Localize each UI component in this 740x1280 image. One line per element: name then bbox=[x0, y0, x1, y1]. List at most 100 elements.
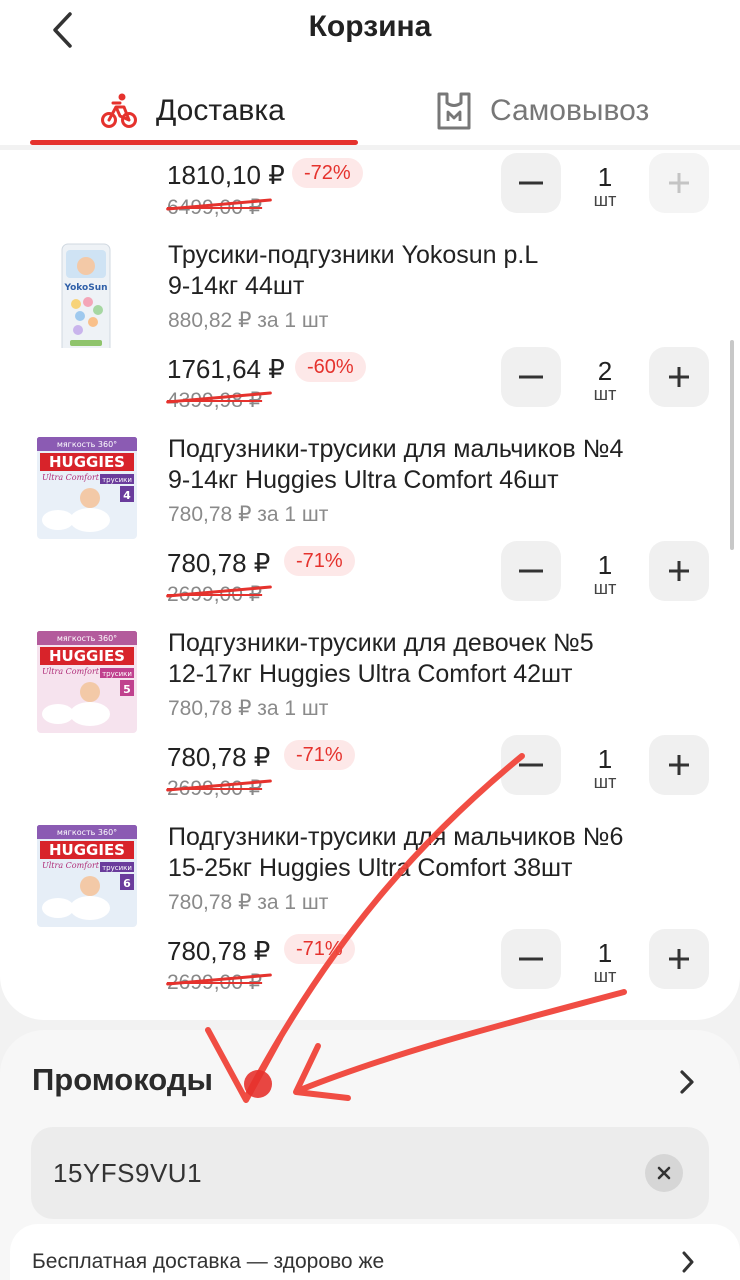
discount-badge: -71% bbox=[284, 546, 355, 576]
promo-open-button[interactable] bbox=[672, 1064, 702, 1100]
decrease-quantity-button[interactable] bbox=[501, 541, 561, 601]
plus-icon bbox=[669, 367, 689, 387]
minus-icon bbox=[519, 957, 543, 961]
cart-item: 1810,10 ₽ -72% 6499,00 ₽ 1 шт bbox=[0, 150, 740, 230]
decrease-quantity-button[interactable] bbox=[501, 153, 561, 213]
item-title-line: Трусики-подгузники Yokosun p.L bbox=[168, 241, 539, 269]
cart-items-list[interactable]: 1810,10 ₽ -72% 6499,00 ₽ 1 шт YokoSun Тр… bbox=[0, 150, 740, 1020]
increase-quantity-button[interactable] bbox=[649, 929, 709, 989]
tab-delivery[interactable]: Доставка bbox=[100, 78, 285, 144]
item-title[interactable]: Подгузники-трусики для мальчиков №6 15-2… bbox=[168, 822, 708, 884]
plus-icon bbox=[669, 949, 689, 969]
pack-size: 6 bbox=[123, 877, 131, 890]
cart-item: YokoSun Трусики-подгузники Yokosun p.L 9… bbox=[0, 238, 740, 428]
bike-delivery-icon bbox=[101, 93, 137, 128]
clear-promo-button[interactable] bbox=[645, 1154, 683, 1192]
tab-delivery-label: Доставка bbox=[156, 94, 285, 127]
free-delivery-text: Бесплатная доставка — здорово же bbox=[32, 1250, 385, 1273]
item-price: 780,78 ₽ bbox=[167, 936, 271, 966]
item-title[interactable]: Подгузники-трусики для девочек №5 12-17к… bbox=[168, 628, 708, 690]
scrollbar[interactable] bbox=[730, 340, 734, 550]
quantity-unit: шт bbox=[593, 384, 617, 404]
minus-icon bbox=[519, 181, 543, 185]
discount-badge: -60% bbox=[295, 352, 366, 382]
item-price: 1761,64 ₽ bbox=[167, 354, 285, 384]
decrease-quantity-button[interactable] bbox=[501, 929, 561, 989]
decrease-quantity-button[interactable] bbox=[501, 735, 561, 795]
huggies-logo-text: HUGGIES bbox=[49, 647, 125, 665]
item-title-line: Подгузники-трусики для девочек №5 bbox=[168, 629, 594, 657]
pack-size: 4 bbox=[123, 489, 131, 502]
product-image[interactable]: мягкость 360° HUGGIES Ultra Comfort трус… bbox=[36, 436, 138, 544]
cart-item: мягкость 360° HUGGIES Ultra Comfort трус… bbox=[0, 626, 740, 816]
increase-quantity-button[interactable] bbox=[649, 541, 709, 601]
promo-title[interactable]: Промокоды bbox=[32, 1062, 213, 1098]
pickup-bag-icon bbox=[437, 92, 471, 130]
increase-quantity-button[interactable] bbox=[649, 735, 709, 795]
cart-item: мягкость 360° HUGGIES Ultra Comfort трус… bbox=[0, 432, 740, 622]
quantity-unit: шт bbox=[593, 578, 617, 598]
item-title-line: 15-25кг Huggies Ultra Comfort 38шт bbox=[168, 854, 573, 882]
chevron-right-icon bbox=[680, 1070, 694, 1094]
yokosun-pack-image: YokoSun bbox=[61, 243, 111, 348]
pack-line-text: Ultra Comfort bbox=[42, 473, 100, 482]
quantity-unit: шт bbox=[593, 190, 617, 210]
yokosun-logo-text: YokoSun bbox=[63, 283, 107, 293]
free-delivery-open-button[interactable] bbox=[674, 1246, 702, 1278]
close-icon bbox=[657, 1166, 671, 1180]
quantity-value: 1 bbox=[597, 162, 613, 192]
product-image[interactable]: мягкость 360° HUGGIES Ultra Comfort трус… bbox=[36, 630, 138, 738]
item-unit-price: 780,78 ₽ за 1 шт bbox=[168, 503, 329, 526]
quantity-value: 1 bbox=[597, 938, 613, 968]
item-title-line: 9-14кг Huggies Ultra Comfort 46шт bbox=[168, 466, 559, 494]
item-unit-price: 880,82 ₽ за 1 шт bbox=[168, 309, 329, 332]
quantity-unit: шт bbox=[593, 966, 617, 986]
header-divider bbox=[0, 145, 740, 150]
huggies-logo-text: HUGGIES bbox=[49, 453, 125, 471]
item-title-line: 9-14кг 44шт bbox=[168, 272, 305, 300]
quantity-value: 1 bbox=[597, 744, 613, 774]
item-price: 780,78 ₽ bbox=[167, 548, 271, 578]
minus-icon bbox=[519, 569, 543, 573]
item-price: 1810,10 ₽ bbox=[167, 160, 285, 190]
product-image[interactable]: мягкость 360° HUGGIES Ultra Comfort трус… bbox=[36, 824, 138, 932]
increase-quantity-button[interactable] bbox=[649, 153, 709, 213]
item-unit-price: 780,78 ₽ за 1 шт bbox=[168, 697, 329, 720]
tab-pickup[interactable]: Самовывоз bbox=[436, 78, 649, 144]
pack-top-text: мягкость 360° bbox=[57, 634, 117, 643]
chevron-right-icon bbox=[682, 1251, 694, 1273]
quantity-value: 2 bbox=[597, 356, 613, 386]
decrease-quantity-button[interactable] bbox=[501, 347, 561, 407]
pack-type-text: трусики bbox=[102, 476, 132, 484]
plus-icon bbox=[669, 755, 689, 775]
tab-pickup-label: Самовывоз bbox=[490, 94, 650, 127]
minus-icon bbox=[519, 375, 543, 379]
product-image[interactable]: YokoSun bbox=[36, 240, 138, 348]
item-title[interactable]: Подгузники-трусики для мальчиков №4 9-14… bbox=[168, 434, 708, 496]
item-title[interactable]: Трусики-подгузники Yokosun p.L 9-14кг 44… bbox=[168, 240, 708, 302]
huggies-pack-image: мягкость 360° HUGGIES Ultra Comfort трус… bbox=[37, 825, 137, 927]
plus-icon bbox=[669, 173, 689, 193]
huggies-pack-image: мягкость 360° HUGGIES Ultra Comfort трус… bbox=[37, 437, 137, 539]
increase-quantity-button[interactable] bbox=[649, 347, 709, 407]
promo-code-value[interactable]: 15YFS9VU1 bbox=[53, 1158, 202, 1189]
plus-icon bbox=[669, 561, 689, 581]
pack-size: 5 bbox=[123, 683, 131, 696]
quantity-unit: шт bbox=[593, 772, 617, 792]
pack-top-text: мягкость 360° bbox=[57, 440, 117, 449]
huggies-logo-text: HUGGIES bbox=[49, 841, 125, 859]
item-title-line: Подгузники-трусики для мальчиков №4 bbox=[168, 435, 624, 463]
discount-badge: -71% bbox=[284, 740, 355, 770]
item-title-line: 12-17кг Huggies Ultra Comfort 42шт bbox=[168, 660, 573, 688]
pack-line-text: Ultra Comfort bbox=[42, 861, 100, 870]
discount-badge: -72% bbox=[292, 158, 363, 188]
pack-top-text: мягкость 360° bbox=[57, 828, 117, 837]
item-unit-price: 780,78 ₽ за 1 шт bbox=[168, 891, 329, 914]
item-title-line: Подгузники-трусики для мальчиков №6 bbox=[168, 823, 624, 851]
page-title: Корзина bbox=[308, 10, 432, 43]
item-price: 780,78 ₽ bbox=[167, 742, 271, 772]
cart-item: мягкость 360° HUGGIES Ultra Comfort трус… bbox=[0, 820, 740, 1010]
pack-line-text: Ultra Comfort bbox=[42, 667, 100, 676]
header: Корзина Доставка Самовывоз bbox=[0, 0, 740, 150]
pack-type-text: трусики bbox=[102, 864, 132, 872]
